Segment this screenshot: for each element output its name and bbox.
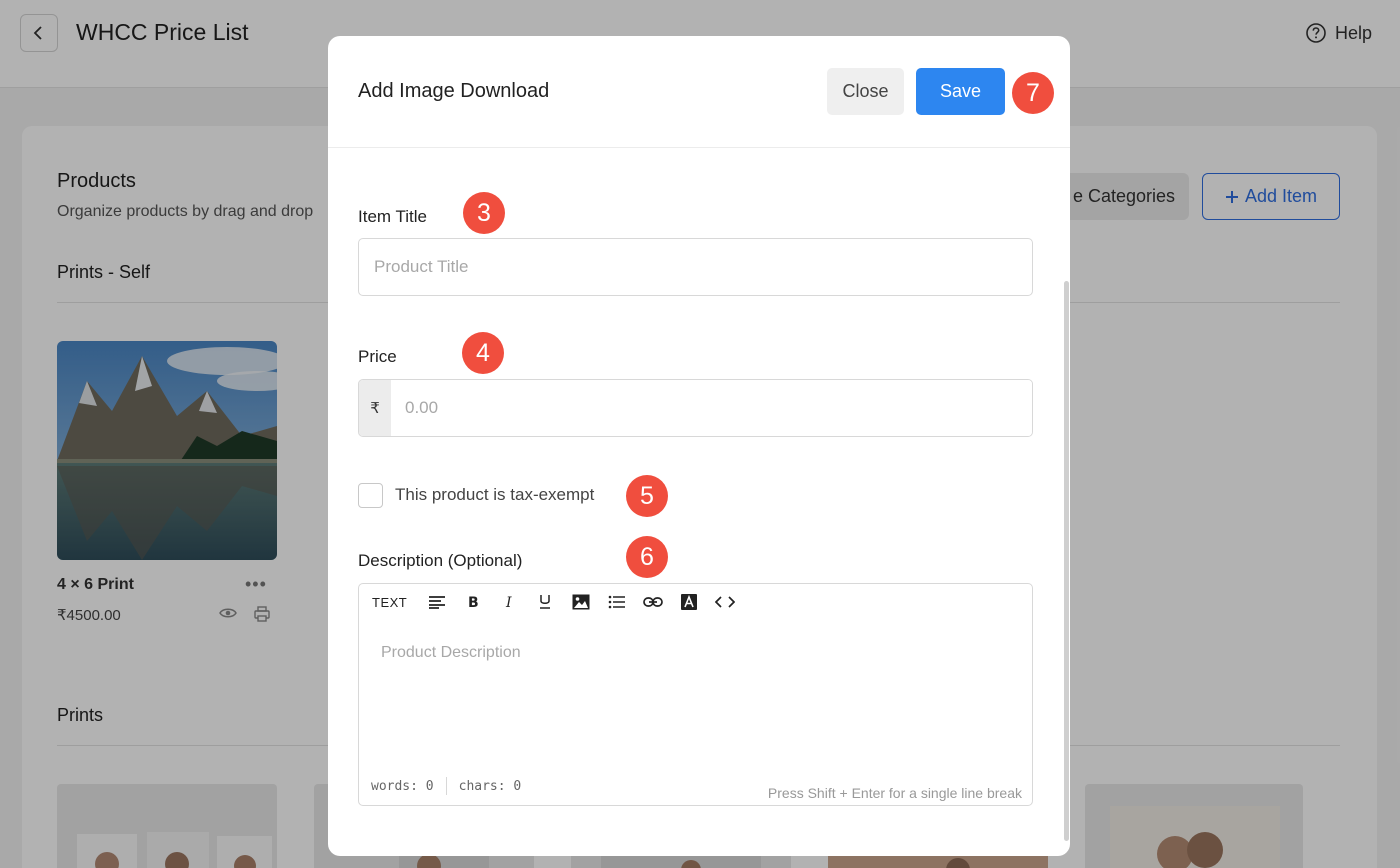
editor-toolbar: TEXT B I — [359, 584, 1032, 620]
svg-text:B: B — [468, 595, 479, 610]
modal-title: Add Image Download — [358, 80, 550, 102]
price-label: Price — [358, 347, 397, 366]
step-badge-7: 7 — [1012, 72, 1054, 114]
step-badge-3: 3 — [463, 192, 505, 234]
code-icon[interactable] — [713, 590, 737, 614]
step-badge-6: 6 — [626, 536, 668, 578]
tax-exempt-label[interactable]: This product is tax-exempt — [395, 485, 594, 505]
svg-text:I: I — [505, 595, 512, 610]
add-image-download-modal: Add Image Download Close Save Item Title… — [328, 36, 1070, 856]
price-field: ₹ — [358, 379, 1033, 437]
currency-symbol: ₹ — [359, 380, 391, 436]
close-button[interactable]: Close — [827, 68, 904, 115]
tax-exempt-checkbox[interactable] — [358, 483, 383, 508]
italic-icon[interactable]: I — [497, 590, 521, 614]
align-left-icon[interactable] — [425, 590, 449, 614]
text-format-dropdown[interactable]: TEXT — [372, 590, 407, 614]
save-button[interactable]: Save — [916, 68, 1005, 115]
modal-scrollbar[interactable] — [1064, 281, 1069, 841]
description-editor[interactable]: TEXT B I Product Description words: 0 ch… — [358, 583, 1033, 806]
text-color-icon[interactable] — [677, 590, 701, 614]
char-count: chars: 0 — [458, 778, 522, 794]
list-icon[interactable] — [605, 590, 629, 614]
counter-divider — [445, 777, 447, 795]
image-icon[interactable] — [569, 590, 593, 614]
word-count: words: 0 — [371, 778, 434, 794]
bold-icon[interactable]: B — [461, 590, 485, 614]
modal-header: Add Image Download Close Save — [328, 36, 1070, 148]
step-badge-5: 5 — [626, 475, 668, 517]
item-title-input[interactable] — [358, 238, 1033, 296]
link-icon[interactable] — [641, 590, 665, 614]
step-badge-4: 4 — [462, 332, 504, 374]
underline-icon[interactable] — [533, 590, 557, 614]
editor-counter: words: 0 chars: 0 — [371, 777, 521, 795]
item-title-label: Item Title — [358, 207, 427, 226]
price-input[interactable] — [391, 380, 1032, 436]
description-placeholder: Product Description — [381, 644, 521, 661]
line-break-hint: Press Shift + Enter for a single line br… — [767, 785, 1022, 801]
description-label: Description (Optional) — [358, 551, 523, 570]
